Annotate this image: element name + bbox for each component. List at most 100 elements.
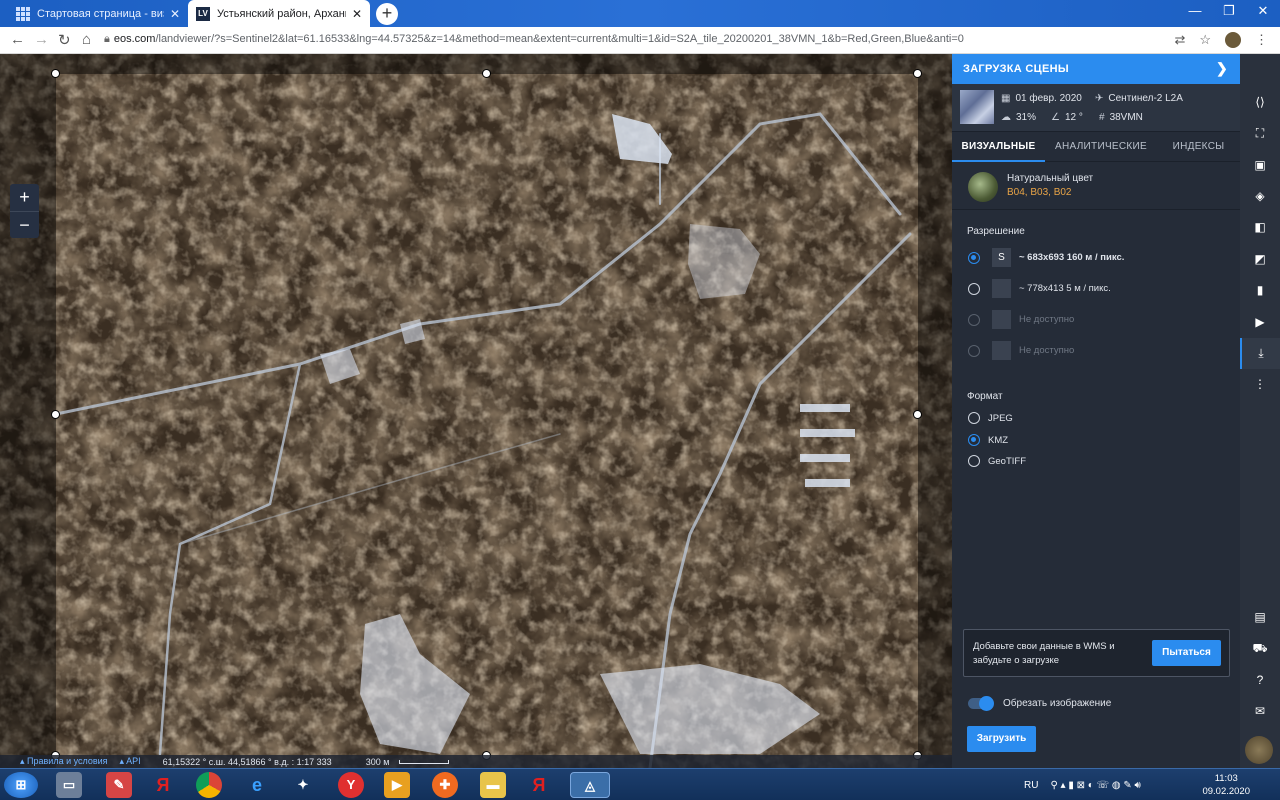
- api-link[interactable]: ▴ API: [120, 756, 141, 767]
- crop-handle-left[interactable]: [51, 410, 60, 419]
- radio-button: [968, 313, 980, 326]
- zoom-in-button[interactable]: +: [10, 184, 39, 211]
- radio-button[interactable]: [968, 412, 980, 424]
- format-option-geotiff[interactable]: GeoTIFF: [968, 455, 1026, 467]
- scene-cloud-text: 31%: [1016, 112, 1037, 123]
- radio-button: [968, 344, 980, 357]
- radio-button[interactable]: [968, 282, 980, 295]
- back-arrow-icon[interactable]: ←: [10, 31, 25, 48]
- menu-dots-icon[interactable]: ⋮: [1255, 32, 1268, 48]
- folder-icon[interactable]: ▬: [480, 772, 506, 798]
- system-clock[interactable]: 11:03 09.02.2020: [1202, 772, 1250, 798]
- split-icon[interactable]: ◩: [1240, 244, 1280, 275]
- satellite-app-icon[interactable]: ✦: [290, 772, 316, 798]
- scene-info: ▦ 01 февр. 2020 ✈ Сентинел-2 L2A ☁ 31% ∠ 12 …: [952, 84, 1240, 132]
- resolution-option-3: Не доступно: [968, 310, 1074, 329]
- scene-cloud: ☁ 31%: [1001, 112, 1036, 123]
- format-option-kmz[interactable]: KMZ: [968, 434, 1008, 446]
- resolution-option-1[interactable]: S ~ 683x693 160 м / пикс.: [968, 248, 1124, 267]
- translate-icon[interactable]: ⇄: [1174, 32, 1185, 48]
- satellite-imagery: [0, 54, 952, 768]
- profile-avatar[interactable]: [1225, 32, 1241, 48]
- tab-indices[interactable]: ИНДЕКСЫ: [1157, 132, 1240, 162]
- resolution-badge: [992, 310, 1011, 329]
- tab-start-page[interactable]: Стартовая страница - визуальн ✕: [8, 0, 188, 27]
- url-path: /landviewer/?s=Sentinel2&lat=61.16533&ln…: [155, 33, 964, 45]
- forward-arrow-icon[interactable]: →: [34, 31, 49, 48]
- close-tab-icon[interactable]: ✕: [170, 7, 180, 21]
- minimize-icon[interactable]: —: [1178, 0, 1212, 27]
- home-icon[interactable]: ⌂: [82, 31, 91, 48]
- cart-icon[interactable]: ⛟: [1240, 633, 1280, 664]
- browser-tab-bar: Стартовая страница - визуальн ✕ LV Устья…: [0, 0, 1280, 27]
- language-indicator[interactable]: RU: [1024, 780, 1038, 791]
- crop-toggle[interactable]: [968, 696, 994, 711]
- radio-button[interactable]: [968, 251, 980, 264]
- window-controls: — ❐ ✕: [1178, 0, 1280, 27]
- tab-visual[interactable]: ВИЗУАЛЬНЫЕ: [952, 132, 1045, 162]
- feedback-icon[interactable]: ✉: [1240, 696, 1280, 727]
- chat-icon[interactable]: ▤: [1240, 602, 1280, 633]
- start-button[interactable]: ⊞: [4, 772, 38, 798]
- clock-date: 09.02.2020: [1202, 786, 1250, 797]
- tab-landviewer[interactable]: LV Устьянский район, Архангельск ✕: [188, 0, 370, 27]
- resolution-badge: [992, 279, 1011, 298]
- maximize-icon[interactable]: ❐: [1212, 0, 1246, 27]
- tab-analytic[interactable]: АНАЛИТИЧЕСКИЕ: [1045, 132, 1157, 162]
- user-avatar[interactable]: [1245, 736, 1273, 764]
- chevron-right-icon[interactable]: ❯: [1216, 60, 1228, 77]
- close-window-icon[interactable]: ✕: [1246, 0, 1280, 27]
- code-icon[interactable]: ⟨⟩: [1240, 87, 1280, 118]
- active-app-icon[interactable]: ◬: [570, 772, 610, 798]
- download-button[interactable]: Загрузить: [967, 726, 1036, 752]
- yandex-icon[interactable]: Я: [150, 772, 176, 798]
- zoom-out-button[interactable]: −: [10, 211, 39, 238]
- media-icon[interactable]: ▶: [384, 772, 410, 798]
- try-button[interactable]: Пытаться: [1152, 640, 1221, 666]
- terms-label: Правила и условия: [27, 756, 108, 766]
- image-icon[interactable]: ▣: [1240, 150, 1280, 181]
- download-icon[interactable]: ⤓: [1240, 338, 1280, 369]
- chart-icon[interactable]: ▮: [1240, 275, 1280, 306]
- crop-handle-top-left[interactable]: [51, 69, 60, 78]
- crop-icon[interactable]: ⛶: [1240, 118, 1280, 149]
- more-icon[interactable]: ⋮: [1240, 369, 1280, 400]
- ie-icon[interactable]: e: [244, 772, 270, 798]
- resolution-label: ~ 683x693 160 м / пикс.: [1019, 252, 1125, 263]
- play-icon[interactable]: ▶: [1240, 307, 1280, 338]
- tray-icons: ⚲ ▴ ▮ ⊠ ◐ ☏ ◍ ✎ 🔊︎: [1050, 779, 1141, 791]
- wms-text: Добавьте свои данные в WMS и забудьте о …: [973, 641, 1115, 666]
- app-circle-icon[interactable]: ✚: [432, 772, 458, 798]
- crop-handle-top[interactable]: [482, 69, 491, 78]
- yandex-icon-2[interactable]: Я: [526, 772, 552, 798]
- crop-handle-top-right[interactable]: [913, 69, 922, 78]
- yandex-browser-icon[interactable]: Y: [338, 772, 364, 798]
- resolution-option-2[interactable]: ~ 778x413 5 м / пикс.: [968, 279, 1111, 298]
- close-tab-icon[interactable]: ✕: [352, 7, 362, 21]
- wms-promo: Добавьте свои данные в WMS и забудьте о …: [963, 629, 1230, 677]
- system-tray: RU ⚲ ▴ ▮ ⊠ ◐ ☏ ◍ ✎ 🔊︎: [1024, 769, 1141, 800]
- grid-icon: [16, 6, 30, 21]
- bookmark-star-icon[interactable]: ☆: [1199, 32, 1211, 48]
- computer-icon[interactable]: ▭: [56, 772, 82, 798]
- new-tab-button[interactable]: +: [376, 3, 398, 25]
- radio-button[interactable]: [968, 434, 980, 446]
- crop-handle-right[interactable]: [913, 410, 922, 419]
- layers-icon[interactable]: ◈: [1240, 181, 1280, 212]
- satellite-map[interactable]: + −: [0, 54, 952, 768]
- radio-button[interactable]: [968, 455, 980, 467]
- chrome-icon[interactable]: [196, 772, 222, 798]
- tab-title: Устьянский район, Архангельск: [217, 7, 346, 20]
- format-option-jpeg[interactable]: JPEG: [968, 412, 1013, 424]
- compare-icon[interactable]: ◧: [1240, 212, 1280, 243]
- app-icon[interactable]: ✎: [106, 772, 132, 798]
- panel-header: ЗАГРУЗКА СЦЕНЫ ❯: [952, 54, 1240, 84]
- scene-thumbnail[interactable]: [960, 90, 994, 124]
- resolution-option-4: Не доступно: [968, 341, 1074, 360]
- reload-icon[interactable]: ↻: [58, 31, 71, 49]
- help-icon[interactable]: ?: [1240, 665, 1280, 696]
- terms-link[interactable]: ▴ Правила и условия: [20, 756, 108, 767]
- url-field[interactable]: 🔒︎ eos.com/landviewer/?s=Sentinel2&lat=61…: [104, 33, 964, 46]
- band-preset[interactable]: Натуральный цвет B04, B03, B02: [952, 162, 1240, 210]
- map-status-bar: ▴ Правила и условия ▴ API 61,15322 ° с.ш…: [0, 755, 952, 768]
